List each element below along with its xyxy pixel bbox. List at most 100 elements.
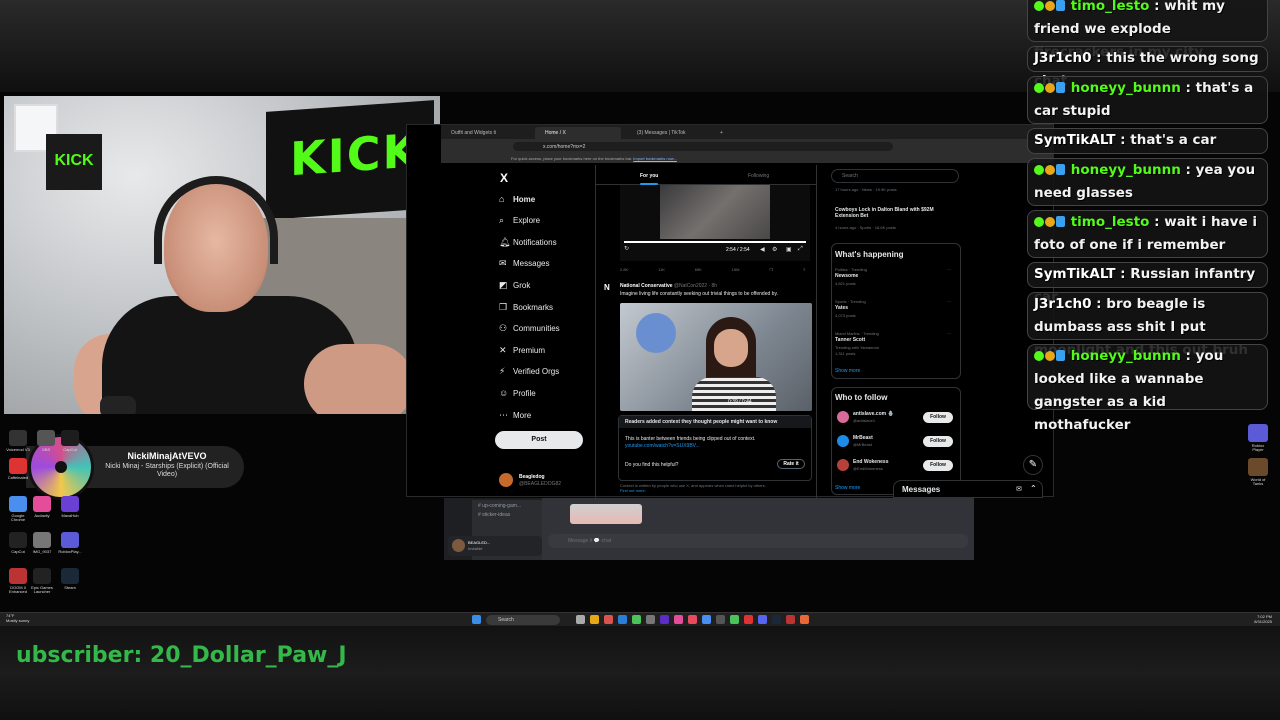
desktop-shortcut[interactable]: Caffeinated (6, 458, 30, 480)
app-icon[interactable] (730, 615, 739, 624)
sidebar-item-bookmarks[interactable]: ❒ Bookmarks (499, 299, 599, 315)
app-icon[interactable] (674, 615, 683, 624)
sidebar-item-explore[interactable]: ⌕ Explore (499, 213, 599, 229)
video-progress-bar[interactable] (624, 241, 806, 243)
follow-button[interactable]: Follow (923, 460, 953, 471)
app-icon[interactable] (604, 615, 613, 624)
steam-icon[interactable] (772, 615, 781, 624)
sidebar-item-grok[interactable]: ◩ Grok (499, 277, 599, 293)
find-out-more-link[interactable]: Find out more. (620, 488, 646, 493)
desktop-shortcut[interactable]: Voicemod V3 (6, 430, 30, 452)
follow-suggestion-name[interactable]: End Wokeness (853, 459, 888, 465)
pip-icon[interactable]: ▣ (786, 246, 792, 253)
desktop-shortcut[interactable]: RobloxPlay... (58, 532, 82, 554)
account-switcher[interactable]: Beagledog @BEAGLEDOG82 (499, 471, 589, 491)
windows-start-icon[interactable] (472, 615, 481, 624)
follow-button[interactable]: Follow (923, 436, 953, 447)
search-input[interactable]: Search (831, 169, 959, 183)
volume-icon[interactable]: ◀ (760, 246, 765, 253)
trend-name[interactable]: Yates (835, 305, 848, 311)
news-headline[interactable]: Cowboys Lock in Dalton Bland with $92M E… (835, 207, 955, 219)
address-bar[interactable]: x.com/home?mx=2 (513, 142, 893, 151)
desktop-shortcut[interactable]: Audacity (30, 496, 54, 518)
app-icon[interactable] (688, 615, 697, 624)
sidebar-item-messages[interactable]: ✉ Messages (499, 256, 599, 272)
new-tab-button[interactable]: + (717, 127, 731, 139)
app-icon[interactable] (800, 615, 809, 624)
app-icon[interactable] (660, 615, 669, 624)
desktop-shortcut[interactable]: Google Chrome (6, 496, 30, 523)
avatar[interactable] (837, 435, 849, 447)
sidebar-item-notifications[interactable]: 🔔︎ Notifications (499, 234, 599, 250)
desktop-shortcut[interactable]: Epic Games Launcher (30, 568, 54, 595)
import-bookmarks-link[interactable]: Import bookmarks now... (633, 156, 677, 161)
fullscreen-icon[interactable]: ⤢ (798, 246, 803, 253)
app-icon[interactable] (646, 615, 655, 624)
app-icon[interactable] (632, 615, 641, 624)
discord-image-attachment[interactable] (570, 504, 642, 524)
compose-message-icon[interactable]: ✎ (1023, 455, 1043, 475)
app-icon[interactable] (716, 615, 725, 624)
sidebar-item-communities[interactable]: ⚇ Communities (499, 321, 599, 337)
tweet-video[interactable]: 0:39 / 0:44 (620, 303, 812, 411)
bookmark-icon[interactable]: ❒ (769, 267, 773, 272)
app-icon[interactable] (744, 615, 753, 624)
browser-tab[interactable]: (3) Messages | TikTok (627, 127, 713, 139)
tab-following[interactable]: Following (748, 173, 769, 179)
show-more-follow-link[interactable]: Show more (835, 485, 860, 491)
community-note-link[interactable]: youtube.com/watch?v=SUX9BV... (625, 443, 805, 450)
desktop-shortcut[interactable]: OBS (34, 430, 58, 452)
more-icon[interactable]: ⋯ (947, 299, 951, 304)
edge-icon[interactable] (618, 615, 627, 624)
chevron-up-icon[interactable]: ⌃ (1030, 484, 1037, 493)
system-clock[interactable]: 7:02 PM 8/31/2025 (1232, 614, 1272, 624)
desktop-shortcut[interactable]: MaxaHub (58, 496, 82, 518)
sidebar-item-premium[interactable]: ✕ Premium (499, 342, 599, 358)
more-icon[interactable]: ⋯ (947, 331, 951, 336)
app-icon[interactable] (786, 615, 795, 624)
follow-suggestion-name[interactable]: MrBeast (853, 435, 873, 441)
trend-name[interactable]: Tanner Scott (835, 337, 865, 343)
messages-drawer[interactable]: Messages ✉ ⌃ (893, 480, 1043, 498)
task-view-icon[interactable] (576, 615, 585, 624)
discord-icon[interactable] (758, 615, 767, 624)
discord-window[interactable]: # up-coming-gam... # sticker-ideas Messa… (444, 498, 974, 560)
desktop-shortcut[interactable]: Steam (58, 568, 82, 590)
tweet-avatar[interactable]: N (604, 283, 616, 295)
discord-channel[interactable]: # sticker-ideas (478, 512, 542, 518)
reply-count[interactable]: 2.8K (620, 267, 628, 272)
new-message-icon[interactable]: ✉ (1016, 485, 1022, 493)
avatar[interactable] (837, 411, 849, 423)
view-count[interactable]: 15M (732, 267, 740, 272)
sidebar-item-home[interactable]: ⌂ Home (499, 191, 599, 207)
replay-icon[interactable]: ↻ (624, 245, 629, 252)
post-button[interactable]: Post (495, 431, 583, 449)
more-icon[interactable]: ⋯ (947, 267, 951, 272)
tab-for-you[interactable]: For you (640, 173, 659, 185)
show-more-trends-link[interactable]: Show more (835, 368, 860, 374)
like-count[interactable]: 69K (695, 267, 702, 272)
desktop-shortcut[interactable]: CapCut (58, 430, 82, 452)
tweet-author[interactable]: National Conservative @NatCon2022 · 8h (620, 283, 717, 289)
desktop-shortcut[interactable]: IMG_9037 (30, 532, 54, 554)
video-player[interactable]: ↻ 2:54 / 2:54 ◀ ⚙ ▣ ⤢ (620, 185, 810, 261)
share-icon[interactable]: ⇪ (803, 267, 806, 272)
follow-button[interactable]: Follow (923, 412, 953, 423)
settings-icon[interactable]: ⚙ (772, 246, 777, 253)
follow-suggestion-name[interactable]: antislave.com 🪬 (853, 411, 894, 417)
browser-tab-active[interactable]: Home / X (535, 127, 621, 139)
weather-widget[interactable]: 74°F Mostly sunny (6, 613, 29, 624)
sidebar-item-profile[interactable]: ☺ Profile (499, 385, 599, 401)
browser-tab[interactable]: Outfit and Widgets ti (441, 127, 527, 139)
x-logo[interactable]: X (500, 171, 508, 185)
desktop-shortcut[interactable]: DOOM II Enhanced (6, 568, 30, 595)
file-explorer-icon[interactable] (590, 615, 599, 624)
sidebar-item-verified-orgs[interactable]: ⚡ Verified Orgs (499, 364, 599, 380)
discord-channel[interactable]: # up-coming-gam... (478, 503, 542, 509)
browser-window[interactable]: Outfit and Widgets ti Home / X (3) Messa… (406, 124, 1054, 498)
desktop-shortcut[interactable]: CapCut (6, 532, 30, 554)
taskbar-search[interactable]: Search (486, 615, 560, 625)
avatar[interactable] (837, 459, 849, 471)
desktop-shortcut[interactable]: World of Tanks (1246, 458, 1270, 487)
chrome-icon[interactable] (702, 615, 711, 624)
